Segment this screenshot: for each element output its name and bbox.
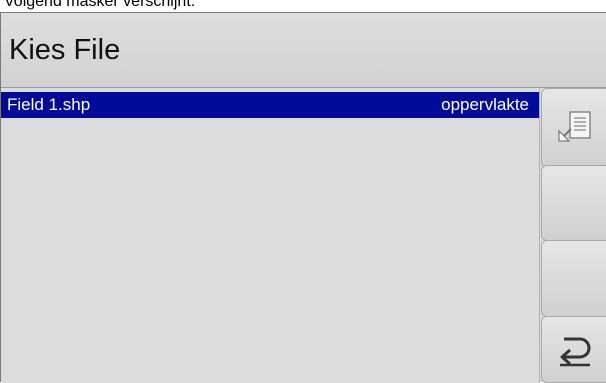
import-document-icon bbox=[558, 111, 591, 142]
page-caption: Volgend masker verschijnt: bbox=[4, 0, 196, 10]
page-title: Kies File bbox=[9, 34, 121, 66]
file-type: oppervlakte bbox=[441, 95, 529, 114]
return-arrow-icon bbox=[560, 337, 591, 367]
import-file-button[interactable] bbox=[541, 88, 606, 168]
file-list[interactable]: Field 1.shp oppervlakte bbox=[1, 88, 540, 383]
title-bar: Kies File bbox=[1, 13, 606, 88]
softkey-2-button[interactable] bbox=[541, 165, 606, 241]
return-button[interactable] bbox=[541, 316, 606, 383]
softkey-3-button[interactable] bbox=[541, 240, 606, 317]
file-name: Field 1.shp bbox=[7, 95, 91, 114]
list-item[interactable]: Field 1.shp oppervlakte bbox=[1, 92, 539, 118]
terminal-screen: Kies File Field 1.shp oppervlakte bbox=[0, 12, 606, 383]
